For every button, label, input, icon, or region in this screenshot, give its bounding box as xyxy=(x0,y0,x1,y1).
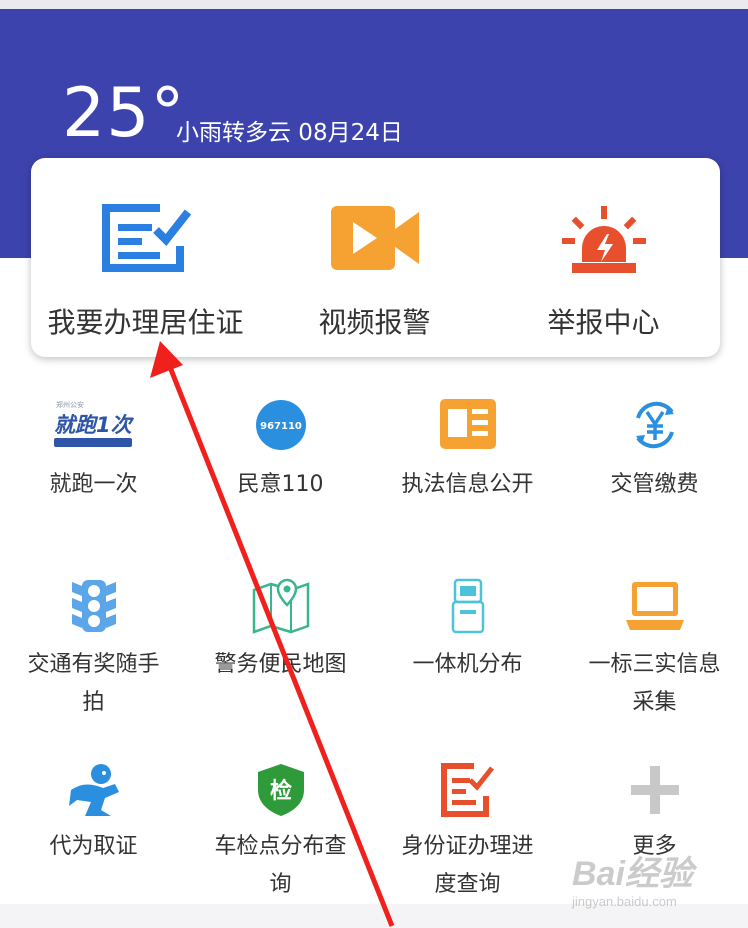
red-arrow-annotation xyxy=(150,341,395,927)
arrow-shaft xyxy=(165,361,395,927)
arrow-head xyxy=(150,341,183,378)
